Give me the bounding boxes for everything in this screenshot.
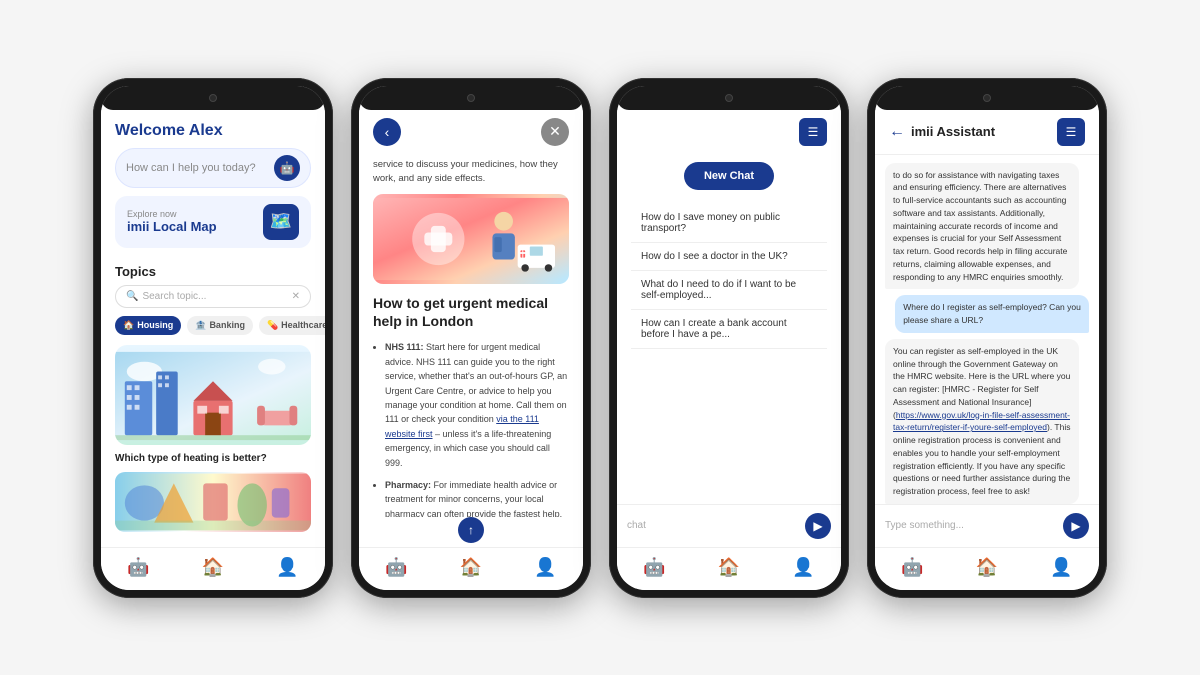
- phone4-input-placeholder: Type something...: [885, 520, 1063, 531]
- phone-4-notch: [875, 86, 1099, 110]
- phone4-bot-msg2-pre: You can register as self-employed in the…: [893, 346, 1070, 420]
- phone1-map-icon: 🗺️: [263, 204, 299, 240]
- phone2-back-button[interactable]: ‹: [373, 118, 401, 146]
- phone1-topic-search-placeholder: Search topic...: [142, 291, 291, 302]
- banking-icon: 🏦: [195, 320, 206, 331]
- phone4-bot-msg2-post: ). This online registration process is c…: [893, 422, 1070, 496]
- phone3-chat-input-placeholder: chat: [627, 520, 805, 531]
- phone3-chat-q3[interactable]: What do I need to do if I want to be sel…: [631, 271, 827, 310]
- camera-dot: [209, 94, 217, 102]
- phone2-nav-profile[interactable]: 👤: [534, 556, 558, 580]
- phone3-chat-input-area: chat ▶: [617, 504, 841, 547]
- phone4-assistant-title: imii Assistant: [911, 124, 1057, 139]
- phone1-topics-section: Topics 🔍 Search topic... ✕ 🏠 Housing 🏦: [101, 264, 325, 547]
- phone1-chip-banking-label: Banking: [209, 320, 245, 330]
- phone-1-notch: [101, 86, 325, 110]
- phone2-article-title: How to get urgent medical help in London: [373, 294, 569, 330]
- phone3-chat-area: New Chat How do I save money on public t…: [617, 154, 841, 504]
- housing-icon: 🏠: [123, 320, 134, 331]
- phone3-chat-q2[interactable]: How do I see a doctor in the UK?: [631, 243, 827, 271]
- phone1-nav-home[interactable]: 🏠: [201, 556, 225, 580]
- phone3-bottom-nav: 🤖 🏠 👤: [617, 547, 841, 590]
- phone1-chip-banking[interactable]: 🏦 Banking: [187, 316, 253, 335]
- phone1-search-button[interactable]: 🤖: [274, 155, 300, 181]
- hmrc-link[interactable]: https://www.gov.uk/log-in-file-self-asse…: [893, 410, 1070, 433]
- healthcare-icon: 💊: [267, 320, 278, 331]
- article-hero-svg: [373, 195, 569, 283]
- phone4-menu-button[interactable]: ☰: [1057, 118, 1085, 146]
- phone1-chip-housing-label: Housing: [137, 320, 173, 330]
- phone4-nav-home[interactable]: 🏠: [975, 556, 999, 580]
- phone3-new-chat-button[interactable]: New Chat: [684, 162, 774, 190]
- phone4-send-button[interactable]: ▶: [1063, 513, 1089, 539]
- phone3-nav-bot[interactable]: 🤖: [642, 556, 666, 580]
- phone1-topic-search[interactable]: 🔍 Search topic... ✕: [115, 285, 311, 308]
- phone1-topic-question: Which type of heating is better?: [115, 453, 311, 464]
- buildings-svg: [115, 351, 311, 441]
- nhs111-link[interactable]: via the 111 website first: [385, 414, 539, 438]
- phone2-menu-button[interactable]: ✕: [541, 118, 569, 146]
- phone1-bottom-nav: 🤖 🏠 👤: [101, 547, 325, 590]
- pharmacy-heading: Pharmacy:: [385, 480, 431, 490]
- phone4-back-arrow[interactable]: ←: [889, 123, 905, 141]
- phone-1: Welcome Alex How can I help you today? 🤖…: [93, 78, 333, 598]
- phone4-nav-bot[interactable]: 🤖: [900, 556, 924, 580]
- phone4-bottom-nav: 🤖 🏠 👤: [875, 547, 1099, 590]
- camera-dot-2: [467, 94, 475, 102]
- phone3-header: ☰: [617, 110, 841, 154]
- phone2-article-body: NHS 111: Start here for urgent medical a…: [373, 340, 569, 516]
- phone1-topic-filters: 🏠 Housing 🏦 Banking 💊 Healthcare: [115, 316, 311, 335]
- phone2-bottom-nav: 🤖 🏠 👤: [359, 547, 583, 590]
- phone-2-notch: [359, 86, 583, 110]
- phone1-topic-image[interactable]: [115, 345, 311, 445]
- phone2-scroll-up-button[interactable]: ↑: [458, 517, 484, 543]
- phone4-header: ← imii Assistant ☰: [875, 110, 1099, 155]
- phone3-chat-q1[interactable]: How do I save money on public transport?: [631, 204, 827, 243]
- phone1-header: Welcome Alex How can I help you today? 🤖…: [101, 110, 325, 264]
- bottom-illustration-svg: [115, 473, 311, 531]
- phone1-map-card[interactable]: Explore now imii Local Map 🗺️: [115, 196, 311, 248]
- phone4-input-area: Type something... ▶: [875, 504, 1099, 547]
- nhs111-text: Start here for urgent medical advice. NH…: [385, 342, 567, 467]
- phone1-search-bar[interactable]: How can I help you today? 🤖: [115, 148, 311, 188]
- phone4-messages: to do so for assistance with navigating …: [875, 155, 1099, 504]
- camera-dot-4: [983, 94, 991, 102]
- phone1-welcome-title: Welcome Alex: [115, 122, 311, 140]
- phone4-nav-profile[interactable]: 👤: [1050, 556, 1074, 580]
- phone3-send-button[interactable]: ▶: [805, 513, 831, 539]
- phone1-topics-title: Topics: [115, 264, 311, 279]
- phone1-nav-profile[interactable]: 👤: [276, 556, 300, 580]
- phone1-map-title: imii Local Map: [127, 219, 217, 234]
- phone2-header: ‹ ✕: [359, 110, 583, 154]
- nhs111-heading: NHS 111:: [385, 342, 424, 352]
- phone2-nav-bot[interactable]: 🤖: [384, 556, 408, 580]
- phone2-intro-text: service to discuss your medicines, how t…: [373, 158, 569, 187]
- phone1-explore-label: Explore now: [127, 209, 217, 219]
- phone2-article-image: [373, 194, 569, 284]
- phone-3: ☰ New Chat How do I save money on public…: [609, 78, 849, 598]
- phone1-map-card-left: Explore now imii Local Map: [127, 209, 217, 234]
- phone3-menu-button[interactable]: ☰: [799, 118, 827, 146]
- phone1-chip-housing[interactable]: 🏠 Housing: [115, 316, 181, 335]
- phone1-chip-healthcare[interactable]: 💊 Healthcare: [259, 316, 325, 335]
- phones-container: Welcome Alex How can I help you today? 🤖…: [73, 58, 1127, 618]
- phone4-bot-msg1: to do so for assistance with navigating …: [885, 163, 1079, 290]
- phone-3-notch: [617, 86, 841, 110]
- phone1-search-placeholder: How can I help you today?: [126, 162, 274, 174]
- phone3-chat-q4[interactable]: How can I create a bank account before I…: [631, 310, 827, 349]
- phone-4: ← imii Assistant ☰ to do so for assistan…: [867, 78, 1107, 598]
- phone1-chip-healthcare-label: Healthcare: [281, 320, 325, 330]
- housing-illustration: [115, 345, 311, 445]
- phone2-nav-home[interactable]: 🏠: [459, 556, 483, 580]
- phone3-nav-profile[interactable]: 👤: [792, 556, 816, 580]
- phone2-article-content: service to discuss your medicines, how t…: [359, 154, 583, 517]
- phone4-bot-msg2: You can register as self-employed in the…: [885, 339, 1079, 504]
- phone1-bottom-card[interactable]: [115, 472, 311, 532]
- phone4-user-msg: Where do I register as self-employed? Ca…: [895, 295, 1089, 333]
- camera-dot-3: [725, 94, 733, 102]
- phone1-nav-bot[interactable]: 🤖: [126, 556, 150, 580]
- phone3-nav-home[interactable]: 🏠: [717, 556, 741, 580]
- phone-2: ‹ ✕ service to discuss your medicines, h…: [351, 78, 591, 598]
